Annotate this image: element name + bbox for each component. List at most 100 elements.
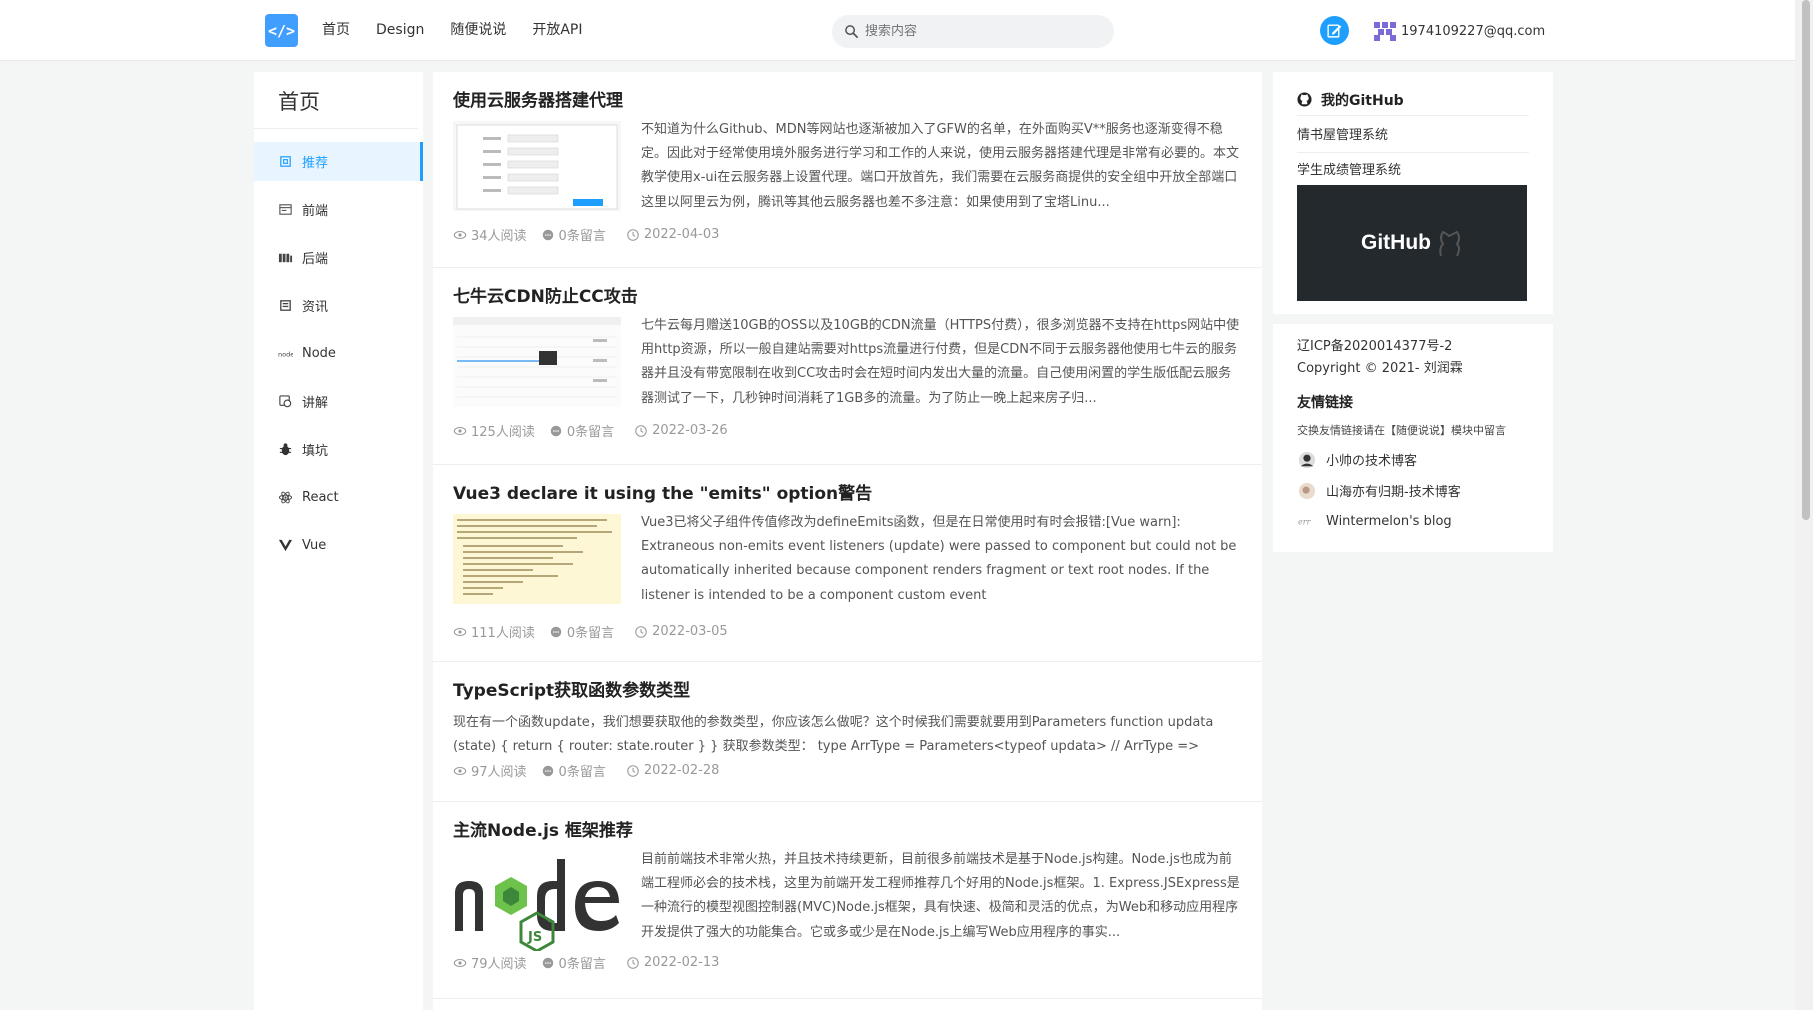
publish-date: 2022-03-26 (652, 423, 728, 438)
recommend-icon (280, 156, 291, 167)
read-count: 111人阅读 (471, 626, 535, 641)
sidebar-item-label: Vue (302, 538, 327, 553)
settings-form-thumbnail (456, 124, 618, 210)
sidebar-item-label: React (302, 490, 339, 505)
article-thumbnail[interactable] (453, 514, 621, 604)
article-card[interactable]: TypeScript获取函数参数类型 现在有一个函数update，我们想要获取他… (433, 662, 1262, 802)
article-title[interactable]: TypeScript获取函数参数类型 (453, 662, 1242, 702)
clock-icon (627, 764, 639, 777)
svg-text:node: node (278, 350, 293, 358)
clock-icon (627, 956, 639, 969)
article-summary: 七牛云每月赠送10GB的OSS以及10GB的CDN流量（HTTPS付费），很多浏… (641, 318, 1240, 406)
write-article-button[interactable] (1320, 16, 1349, 45)
sidebar-title: 首页 (254, 72, 418, 129)
site-info-panel: 辽ICP备2020014377号-2 Copyright © 2021- 刘润霖… (1273, 324, 1553, 552)
sidebar-item-label: 讲解 (302, 396, 329, 411)
main-nav: 首页 Design 随便说说 开放API (322, 20, 583, 40)
friends-tip: 交换友情链接请在【随便说说】模块中留言 (1297, 424, 1506, 437)
read-count: 34人阅读 (471, 229, 527, 244)
github-banner[interactable]: GitHub (1297, 185, 1527, 301)
article-thumbnail[interactable]: JS (453, 851, 621, 951)
comment-count: 0条留言 (566, 425, 615, 440)
friend-link-name: 小帅の技术博客 (1326, 454, 1418, 469)
github-panel-title: 我的GitHub (1297, 72, 1529, 116)
article-meta: 125人阅读 0条留言 2022-03-26 (453, 421, 1242, 456)
nav-casual-talk[interactable]: 随便说说 (450, 20, 506, 40)
eye-icon (453, 958, 467, 967)
article-title[interactable]: 主流Node.js 框架推荐 (453, 802, 1242, 842)
read-count: 79人阅读 (471, 957, 527, 972)
friend-link-name: 山海亦有归期-技术博客 (1326, 485, 1461, 500)
friend-link-name: Wintermelon's blog (1326, 513, 1452, 529)
article-title[interactable]: 七牛云CDN防止CC攻击 (453, 268, 1242, 308)
github-link-grade-system[interactable]: 学生成绩管理系统 (1297, 153, 1529, 188)
top-header: </> 首页 Design 随便说说 开放API 1974109227@qq.c… (0, 0, 1795, 61)
sidebar-item-frontend[interactable]: 前端 (254, 190, 423, 229)
article-title[interactable]: Vue3 declare it using the "emits" option… (453, 465, 1242, 505)
publish-date: 2022-02-13 (643, 955, 720, 970)
article-meta: 97人阅读 0条留言 2022-02-28 (453, 761, 1242, 796)
github-icon (1297, 92, 1312, 107)
sidebar-item-node[interactable]: node Node (254, 334, 423, 373)
copyright-text: Copyright © 2021- 刘润霖 (1297, 361, 1463, 376)
edit-icon (1327, 24, 1342, 38)
user-email: 1974109227@qq.com (1401, 23, 1546, 39)
comment-icon (550, 626, 562, 637)
publish-date: 2022-02-28 (643, 763, 720, 778)
icp-record[interactable]: 辽ICP备2020014377号-2 (1297, 336, 1529, 358)
publish-date: 2022-04-03 (643, 227, 720, 242)
friend-avatar-icon (1298, 451, 1316, 468)
sidebar-item-explain[interactable]: 讲解 (254, 382, 423, 421)
friend-favicon-icon: err (1298, 517, 1312, 527)
read-count: 97人阅读 (471, 765, 527, 780)
backend-icon (278, 253, 293, 263)
sidebar-item-news[interactable]: 资讯 (254, 286, 423, 325)
article-thumbnail[interactable] (453, 121, 621, 211)
scrollbar-thumb[interactable] (1802, 0, 1810, 520)
sidebar-item-pitfalls[interactable]: 填坑 (254, 430, 423, 469)
comment-icon (542, 765, 553, 776)
search-box (832, 15, 1114, 48)
sidebar-item-recommend[interactable]: 推荐 (254, 142, 423, 181)
article-title[interactable]: 使用云服务器搭建代理 (453, 72, 1242, 112)
search-input[interactable] (865, 24, 1095, 39)
cdn-dashboard-thumbnail (453, 317, 621, 407)
article-summary: 目前前端技术非常火热，并且技术持续更新，目前很多前端技术是基于Node.js构建… (641, 852, 1240, 940)
sidebar-item-backend[interactable]: 后端 (254, 238, 423, 277)
read-count: 125人阅读 (471, 425, 535, 440)
friend-link[interactable]: err Wintermelon's blog (1297, 512, 1529, 530)
octocat-icon (1439, 230, 1460, 257)
article-card[interactable]: 主流Node.js 框架推荐 JS 目前前端技术非常火热，并且技术持续更新，目前… (433, 802, 1262, 999)
sidebar-item-label: 前端 (302, 204, 329, 219)
github-link-love-letter-system[interactable]: 情书屋管理系统 (1297, 118, 1529, 153)
nodejs-logo: JS (455, 859, 619, 951)
comment-icon (550, 425, 562, 436)
comment-count: 0条留言 (566, 626, 615, 641)
article-card[interactable]: Vue3 declare it using the "emits" option… (433, 465, 1262, 662)
article-meta: 79人阅读 0条留言 2022-02-13 (453, 953, 1242, 988)
article-meta: 111人阅读 0条留言 2022-03-05 (453, 622, 1242, 657)
friend-link[interactable]: 小帅の技术博客 (1297, 450, 1529, 469)
node-icon: node (278, 350, 293, 358)
article-card[interactable]: 使用云服务器搭建代理 不知道为什么Github、MDN等网站也逐渐被加入了GFW… (433, 72, 1262, 268)
nav-design[interactable]: Design (376, 20, 424, 40)
comment-count: 0条留言 (558, 765, 606, 780)
sidebar-item-label: 资讯 (302, 300, 329, 315)
console-warning-thumbnail (453, 514, 621, 604)
sidebar-item-react[interactable]: React (254, 478, 423, 517)
article-summary: Vue3已将父子组件传值修改为defineEmits函数，但是在日常使用时有时会… (641, 515, 1237, 603)
article-card[interactable]: 七牛云CDN防止CC攻击 七牛云每月赠送10GB的OSS以及10GB的CDN流量… (433, 268, 1262, 465)
clock-icon (627, 228, 639, 241)
site-logo[interactable]: </> (265, 14, 298, 47)
svg-text:err: err (1298, 517, 1312, 527)
clock-icon (635, 625, 647, 638)
sidebar-item-label: 后端 (302, 252, 329, 267)
friend-link[interactable]: 山海亦有归期-技术博客 (1297, 481, 1529, 500)
article-thumbnail[interactable] (453, 317, 621, 407)
eye-icon (453, 766, 467, 775)
sidebar-item-label: 填坑 (302, 444, 329, 459)
sidebar-item-vue[interactable]: Vue (254, 526, 423, 565)
nav-open-api[interactable]: 开放API (532, 20, 582, 40)
user-menu[interactable]: 1974109227@qq.com (1372, 20, 1545, 42)
nav-home[interactable]: 首页 (322, 20, 350, 40)
